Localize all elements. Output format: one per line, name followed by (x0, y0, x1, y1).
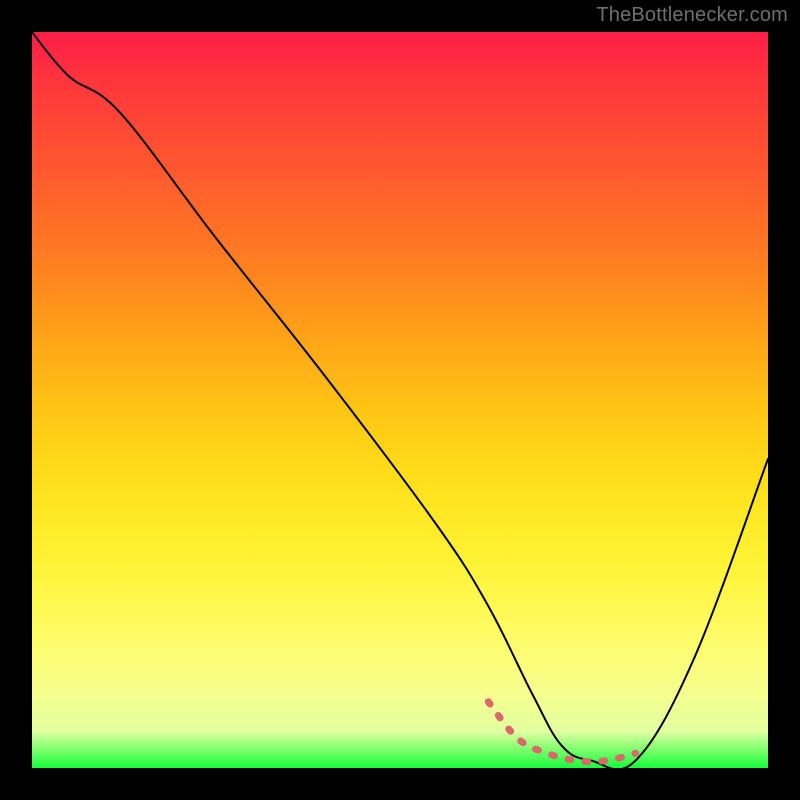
bottleneck-curve (32, 32, 768, 770)
optimal-region-marker (488, 702, 635, 762)
chart-frame: TheBottlenecker.com (0, 0, 800, 800)
attribution-text: TheBottlenecker.com (596, 4, 788, 27)
chart-overlay (32, 32, 768, 768)
